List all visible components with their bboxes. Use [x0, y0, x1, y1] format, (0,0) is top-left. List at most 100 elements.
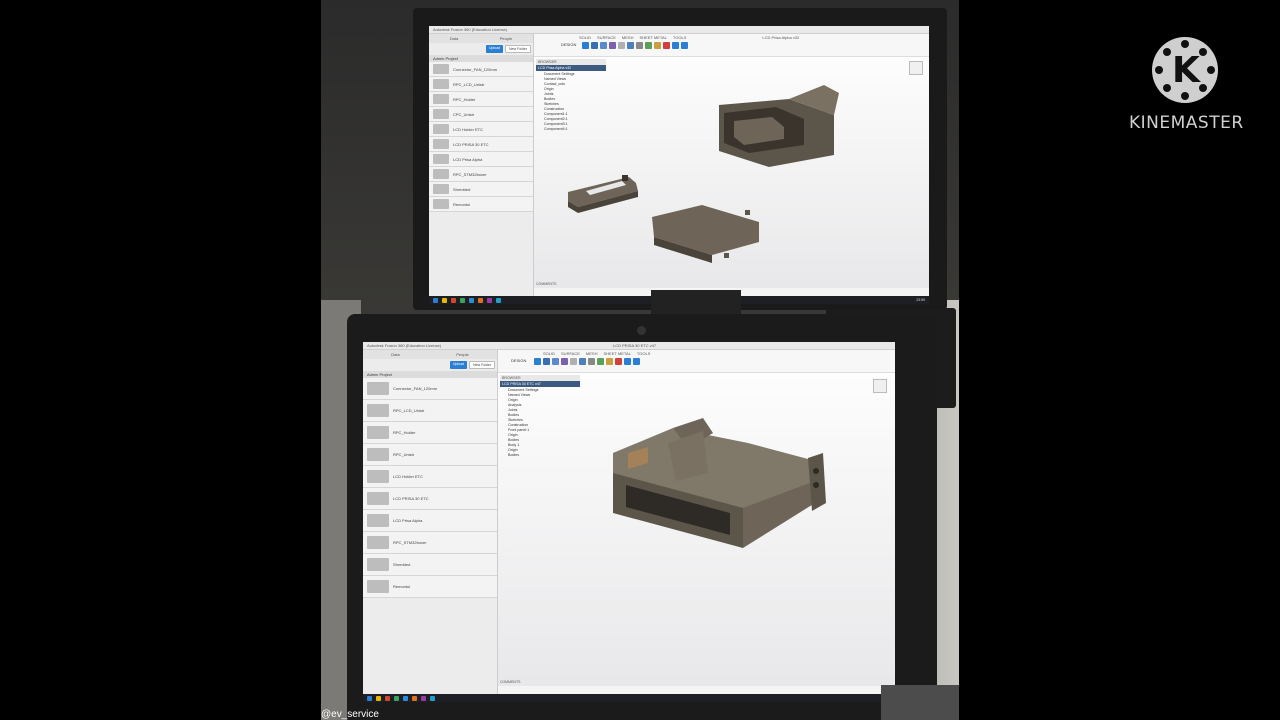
comments-label[interactable]: COMMENTS — [536, 282, 556, 286]
measure-icon[interactable] — [615, 358, 623, 365]
channel-handle: @ev_service — [321, 709, 379, 720]
monitor-screen: Autodesk Fusion 360 (Education License) … — [429, 26, 929, 304]
start-icon[interactable] — [433, 297, 438, 303]
app-icon[interactable] — [430, 695, 435, 701]
browser-icon[interactable] — [385, 695, 390, 701]
joint-icon[interactable] — [597, 358, 605, 365]
small-part[interactable] — [622, 175, 628, 181]
app-icon[interactable] — [421, 695, 426, 701]
list-item[interactable]: LCD Prisa Alpha — [429, 152, 533, 167]
list-item[interactable]: LCD Holder ETC — [429, 122, 533, 137]
workspace-dropdown[interactable]: DESIGN — [511, 358, 526, 365]
design-canvas[interactable]: BROWSER LCD Prisa Alpha v32 Document Set… — [534, 57, 929, 288]
app-icon[interactable] — [460, 297, 465, 303]
tab-tools[interactable]: TOOLS — [673, 35, 687, 40]
folder-icon[interactable] — [442, 297, 447, 303]
upload-button[interactable]: Upload — [486, 45, 504, 53]
list-item[interactable]: Connector_FAN_120mm — [363, 378, 497, 400]
bezel-model[interactable] — [568, 177, 638, 213]
tab-surface[interactable]: SURFACE — [561, 351, 580, 356]
tab-surface[interactable]: SURFACE — [597, 35, 616, 40]
lcd-frame-model[interactable] — [719, 85, 839, 167]
small-part[interactable] — [745, 210, 750, 215]
tab-sheet-metal[interactable]: SHEET METAL — [603, 351, 630, 356]
list-item[interactable]: Remontul — [429, 197, 533, 212]
logo-dot — [1155, 66, 1163, 74]
data-panel: Data People Upload New Folder Admin Proj… — [429, 34, 534, 296]
fusion-app-top: Autodesk Fusion 360 (Education License) … — [429, 26, 929, 304]
insert-icon[interactable] — [672, 42, 680, 49]
fusion-icon[interactable] — [412, 695, 417, 701]
list-item[interactable]: RPC_Holder — [363, 422, 497, 444]
app-icon[interactable] — [487, 297, 492, 303]
app-icon[interactable] — [469, 297, 474, 303]
shell-icon[interactable] — [627, 42, 635, 49]
document-title: LCD PRISA 30 ETC v47 — [613, 343, 657, 348]
select-icon[interactable] — [681, 42, 689, 49]
folder-icon[interactable] — [376, 695, 381, 701]
list-item[interactable]: Shredded — [363, 554, 497, 576]
list-item[interactable]: RPC_STM32boxer — [429, 167, 533, 182]
insert-icon[interactable] — [624, 358, 632, 365]
list-item[interactable]: RPC_Holder — [429, 92, 533, 107]
sketch-icon[interactable] — [582, 42, 590, 49]
plane-icon[interactable] — [606, 358, 614, 365]
fillet-icon[interactable] — [570, 358, 578, 365]
tab-data[interactable]: Data — [450, 36, 458, 41]
sketch-icon[interactable] — [534, 358, 542, 365]
list-item[interactable]: LCD Prisa Alpha — [363, 510, 497, 532]
tab-data[interactable]: Data — [391, 352, 399, 357]
tab-people[interactable]: People — [500, 36, 512, 41]
fillet-icon[interactable] — [618, 42, 626, 49]
start-icon[interactable] — [367, 695, 372, 701]
list-item[interactable]: RPC_LCD_Unistr — [363, 400, 497, 422]
app-icon[interactable] — [394, 695, 399, 701]
tab-mesh[interactable]: MESH — [586, 351, 598, 356]
joint-icon[interactable] — [645, 42, 653, 49]
new-folder-button[interactable]: New Folder — [505, 45, 531, 53]
select-icon[interactable] — [633, 358, 641, 365]
list-item[interactable]: Remontul — [363, 576, 497, 598]
upload-button[interactable]: Upload — [450, 361, 468, 369]
move-icon[interactable] — [636, 42, 644, 49]
list-item[interactable]: LCD PRISA 30 ETC — [429, 137, 533, 152]
lcd-housing-model[interactable] — [613, 418, 826, 548]
file-thumbnail — [367, 492, 389, 505]
list-item[interactable]: CPC_Unistr — [429, 107, 533, 122]
list-item[interactable]: Connector_FAN_120mm — [429, 62, 533, 77]
tab-solid[interactable]: SOLID — [579, 35, 591, 40]
hole-icon[interactable] — [609, 42, 617, 49]
workspace-dropdown[interactable]: DESIGN — [561, 42, 576, 49]
revolve-icon[interactable] — [552, 358, 560, 365]
extrude-icon[interactable] — [543, 358, 551, 365]
design-canvas[interactable]: BROWSER LCD PRISA 30 ETC v47 Document Se… — [498, 373, 895, 686]
comments-label[interactable]: COMMENTS — [500, 680, 520, 684]
extrude-icon[interactable] — [591, 42, 599, 49]
fusion-icon[interactable] — [478, 297, 483, 303]
tab-tools[interactable]: TOOLS — [637, 351, 651, 356]
revolve-icon[interactable] — [600, 42, 608, 49]
hole-icon[interactable] — [561, 358, 569, 365]
list-item[interactable]: LCD PRISA 30 ETC — [363, 488, 497, 510]
logo-dot — [1181, 40, 1189, 48]
plane-icon[interactable] — [654, 42, 662, 49]
tab-solid[interactable]: SOLID — [543, 351, 555, 356]
file-thumbnail — [433, 94, 449, 104]
base-model[interactable] — [652, 205, 759, 263]
list-item[interactable]: LCD Holder ETC — [363, 466, 497, 488]
tab-people[interactable]: People — [456, 352, 468, 357]
list-item[interactable]: RPC_STM32boxer — [363, 532, 497, 554]
tab-sheet-metal[interactable]: SHEET METAL — [639, 35, 666, 40]
list-item[interactable]: RPC_Unistr — [363, 444, 497, 466]
small-part[interactable] — [724, 253, 729, 258]
tab-mesh[interactable]: MESH — [622, 35, 634, 40]
move-icon[interactable] — [588, 358, 596, 365]
app-icon[interactable] — [403, 695, 408, 701]
app-icon[interactable] — [496, 297, 501, 303]
new-folder-button[interactable]: New Folder — [469, 361, 495, 369]
browser-icon[interactable] — [451, 297, 456, 303]
list-item[interactable]: RPC_LCD_Unistr — [429, 77, 533, 92]
shell-icon[interactable] — [579, 358, 587, 365]
measure-icon[interactable] — [663, 42, 671, 49]
list-item[interactable]: Shredded — [429, 182, 533, 197]
